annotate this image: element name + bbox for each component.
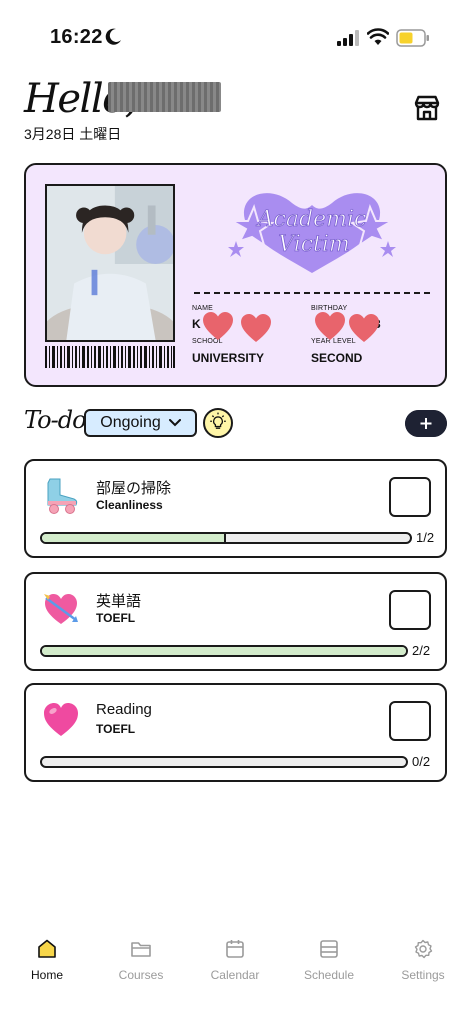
redaction-heart-icon	[203, 312, 233, 340]
redacted-name	[108, 82, 221, 112]
school-value: UNIVERSITY	[192, 351, 265, 365]
progress-bar	[40, 756, 408, 768]
progress-bar	[40, 532, 412, 544]
nav-label: Settings	[401, 968, 445, 982]
student-id-card[interactable]: Academic Victim NAME K BIRTHDAY 3 SCHOOL…	[24, 163, 447, 387]
task-card[interactable]: 英単語 TOEFL 2/2	[24, 572, 447, 671]
redaction-heart-icon	[315, 312, 345, 340]
pink-heart-icon	[44, 703, 78, 736]
logo-line-1: Academic	[256, 207, 367, 232]
task-checkbox[interactable]	[389, 590, 431, 630]
progress-count: 0/2	[412, 754, 431, 769]
store-icon[interactable]	[413, 94, 441, 122]
task-title: 部屋の掃除	[96, 480, 172, 497]
todo-title: To-do	[24, 406, 87, 434]
task-title: Reading	[96, 701, 152, 718]
academic-victim-logo: Academic Victim	[228, 193, 396, 273]
name-value: K	[192, 317, 201, 331]
task-checkbox[interactable]	[389, 701, 431, 741]
progress-count: 1/2	[416, 530, 435, 545]
task-card[interactable]: 部屋の掃除 Cleanliness 1/2	[24, 459, 447, 558]
signal-icon	[337, 30, 359, 46]
nav-label: Home	[30, 968, 63, 982]
calendar-icon	[226, 940, 244, 958]
logo-line-2: Victim	[278, 232, 350, 257]
progress-fill	[42, 534, 226, 542]
status-bar: 16:22	[0, 0, 471, 70]
roller-skate-icon	[47, 478, 78, 514]
nav-label: Courses	[118, 968, 164, 982]
filter-dropdown[interactable]: Ongoing	[84, 409, 197, 437]
progress-fill	[42, 647, 406, 655]
date-label: 3月28日 土曜日	[24, 126, 122, 142]
add-task-button[interactable]	[405, 410, 447, 437]
task-title: 英単語	[96, 593, 142, 610]
status-time: 16:22	[50, 26, 103, 48]
filter-label: Ongoing	[100, 414, 161, 431]
task-subtitle: TOEFL	[96, 611, 136, 625]
home-icon	[38, 939, 56, 958]
nav-item-settings[interactable]: Settings	[383, 930, 463, 982]
heart-arrow-icon	[44, 594, 78, 624]
chevron-down-icon	[168, 419, 181, 427]
task-checkbox[interactable]	[389, 477, 431, 517]
progress-count: 2/2	[412, 643, 431, 658]
redaction-heart-icon	[241, 314, 271, 342]
profile-photo	[45, 184, 175, 342]
card-divider	[194, 292, 430, 294]
wifi-icon	[367, 28, 389, 45]
nav-item-calendar[interactable]: Calendar	[195, 930, 275, 982]
redaction-heart-icon	[349, 314, 379, 342]
nav-item-home[interactable]: Home	[7, 930, 87, 982]
year-level-value: SECOND	[311, 351, 363, 365]
moon-icon	[105, 28, 121, 45]
nav-item-schedule[interactable]: Schedule	[289, 930, 369, 982]
bottom-navigation: Home Courses Calendar Schedule Settings	[0, 930, 471, 1024]
folder-icon	[131, 942, 151, 957]
barcode	[45, 346, 175, 368]
task-subtitle: Cleanliness	[96, 498, 163, 512]
progress-bar	[40, 645, 408, 657]
battery-icon	[396, 29, 429, 47]
nav-item-courses[interactable]: Courses	[101, 930, 181, 982]
task-subtitle: TOEFL	[96, 722, 136, 736]
task-card[interactable]: Reading TOEFL 0/2	[24, 683, 447, 782]
schedule-icon	[320, 940, 338, 958]
nav-label: Calendar	[210, 968, 260, 982]
gear-icon	[414, 939, 433, 959]
lightbulb-icon[interactable]	[203, 408, 233, 438]
nav-label: Schedule	[303, 968, 355, 982]
